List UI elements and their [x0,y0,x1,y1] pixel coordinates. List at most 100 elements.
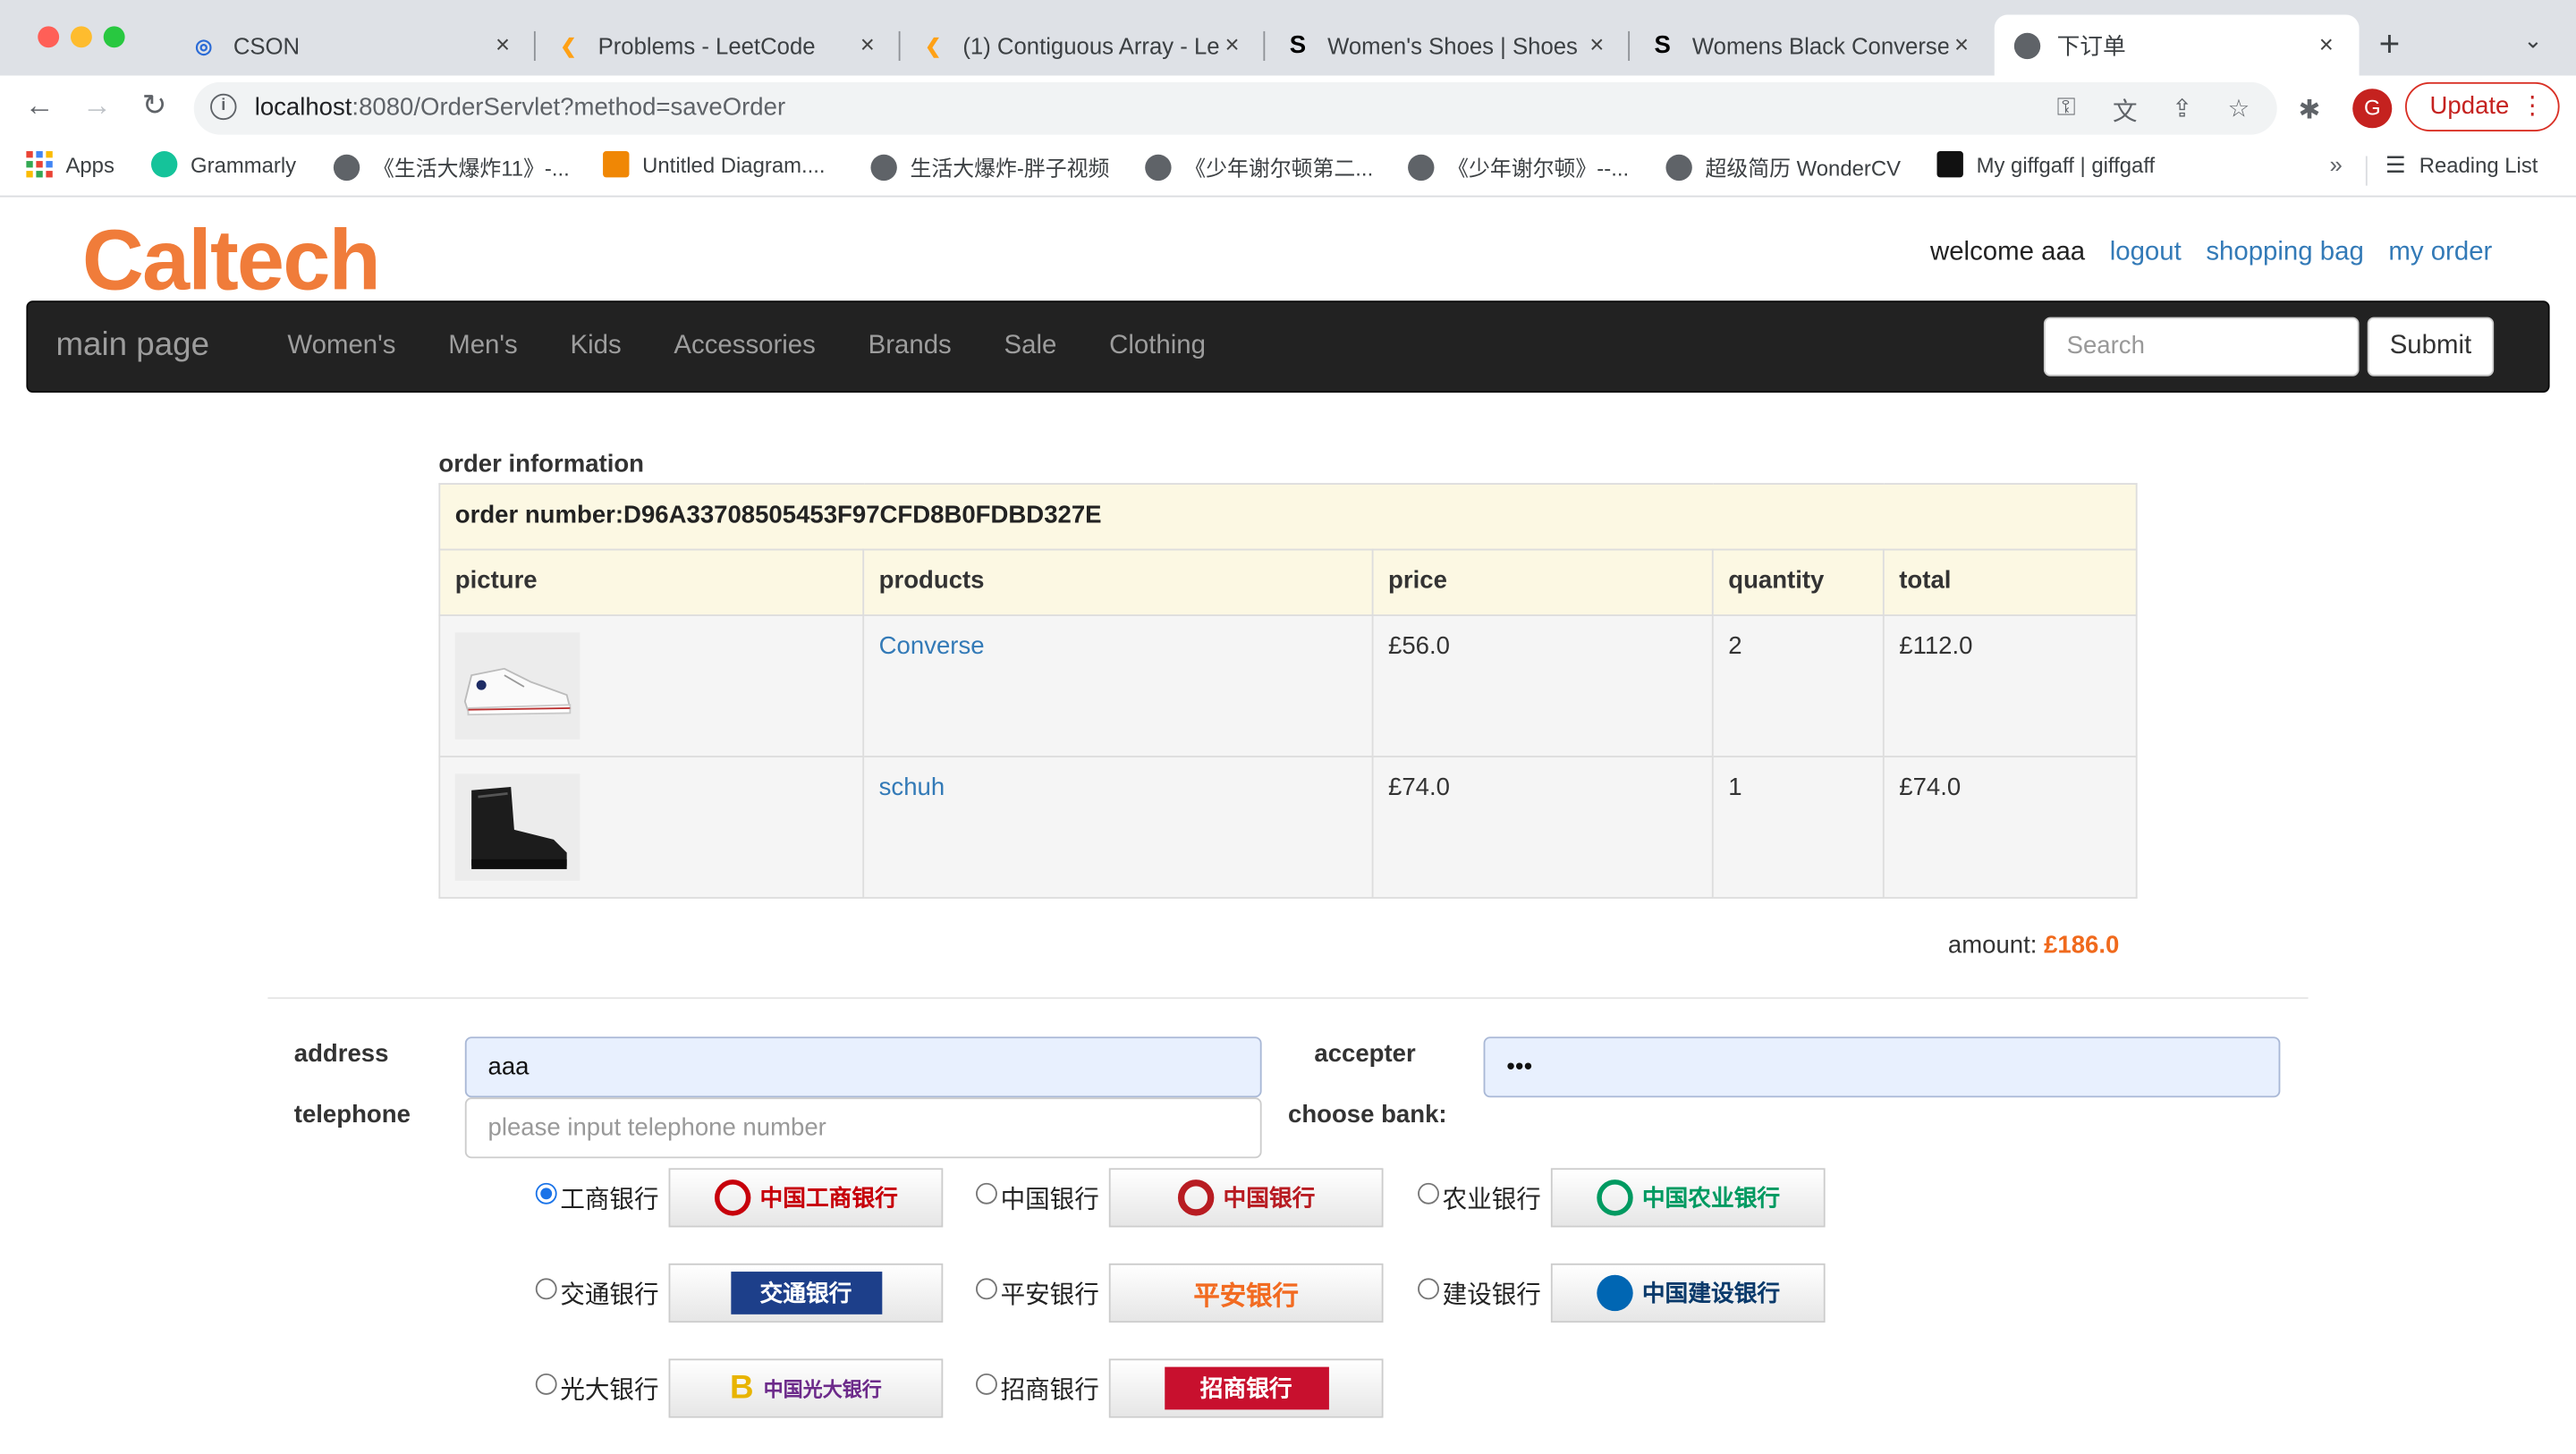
icbc-logo[interactable]: 中国工商银行 [668,1168,944,1228]
bank-radio[interactable] [535,1277,557,1299]
reload-icon[interactable]: ↻ [135,89,174,123]
update-button[interactable]: Update ⋮ [2404,81,2560,131]
nav-clothing[interactable]: Clothing [1083,332,1233,361]
bank-radio[interactable] [1418,1181,1439,1204]
reading-list-button[interactable]: ☰ Reading List [2385,151,2538,179]
close-window-button[interactable] [38,26,60,48]
browser-tab[interactable]: ❮ Problems - LeetCode × [536,15,901,76]
new-tab-button[interactable]: + [2379,23,2401,66]
search-input[interactable]: Search [2043,317,2360,376]
bank-option-icbc[interactable]: 工商银行 中国工商银行 [535,1168,944,1228]
pingan-logo[interactable]: 平安银行 [1108,1263,1384,1323]
quantity-cell: 2 [1711,614,1885,757]
bank-option-ccb[interactable]: 建设银行 中国建设银行 [1418,1263,1826,1323]
my-order-link[interactable]: my order [2388,238,2492,267]
tab-search-icon[interactable]: ⌄ [2523,26,2543,54]
cmb-logo[interactable]: 招商银行 [1108,1358,1384,1418]
close-tab-icon[interactable]: × [1948,31,1974,59]
bank-radio[interactable] [535,1181,557,1204]
key-icon[interactable]: ⚿ [2057,94,2076,122]
close-tab-icon[interactable]: × [1219,31,1245,59]
bookmark-label: My giffgaff | giffgaff [1976,151,2156,177]
main-page-link[interactable]: main page [55,327,209,365]
zoom-window-button[interactable] [103,26,125,48]
bank-option-cmb[interactable]: 招商银行 招商银行 [976,1358,1384,1418]
product-link[interactable]: Converse [879,632,985,660]
browser-tab[interactable]: ◎ CSON × [171,15,536,76]
search-submit-button[interactable]: Submit [2367,317,2495,376]
nav-womens[interactable]: Women's [261,332,422,361]
site-logo[interactable]: Caltech [82,216,381,308]
site-info-icon[interactable]: i [210,93,237,121]
ccb-logo[interactable]: 中国建设银行 [1550,1263,1826,1323]
bookmark-star-icon[interactable]: ☆ [2228,94,2250,123]
close-tab-icon[interactable]: × [489,31,515,59]
bank-name: 交通银行 [560,1281,659,1309]
tab-title: Problems - LeetCode [597,31,816,59]
ceb-logo[interactable]: B 中国光大银行 [668,1358,944,1418]
abc-logo[interactable]: 中国农业银行 [1550,1168,1826,1228]
close-tab-icon[interactable]: × [1584,31,1610,59]
boc-logo[interactable]: 中国银行 [1108,1168,1384,1228]
bookmark-grammarly[interactable]: Grammarly [150,151,296,178]
bank-logo-text: 交通银行 [730,1272,882,1315]
bookmark-apps[interactable]: Apps [26,151,114,178]
address-label: address [293,1040,389,1069]
bookmark-item[interactable]: 《少年谢尔顿》--... [1408,151,1629,182]
profile-avatar[interactable]: G [2352,89,2393,129]
nav-brands[interactable]: Brands [842,332,978,361]
bank-radio[interactable] [976,1373,997,1394]
bank-option-bocom[interactable]: 交通银行 交通银行 [535,1263,944,1323]
address-bar[interactable]: i localhost:8080/OrderServlet?method=sav… [193,81,2277,135]
bank-option-pingan[interactable]: 平安银行 平安银行 [976,1263,1384,1323]
close-tab-icon[interactable]: × [854,31,880,59]
bank-radio[interactable] [976,1181,997,1204]
bank-radio[interactable] [1418,1277,1439,1299]
bank-option-abc[interactable]: 农业银行 中国农业银行 [1418,1168,1826,1228]
more-menu-icon[interactable]: ⋮ [2521,84,2546,129]
nav-kids[interactable]: Kids [544,332,648,361]
extensions-icon[interactable]: ✱ [2299,94,2321,127]
browser-tab[interactable]: S Women's Shoes | Shoes × [1265,15,1631,76]
browser-tab-active[interactable]: 下订单 × [1994,14,2360,76]
browser-tab[interactable]: S Womens Black Converse × [1630,15,1995,76]
bank-name: 平安银行 [1000,1281,1099,1309]
bookmark-item[interactable]: Untitled Diagram.... [603,151,826,178]
bookmark-label: Untitled Diagram.... [642,151,826,177]
bank-radio[interactable] [976,1277,997,1299]
bookmark-item[interactable]: 超级简历 WonderCV [1665,151,1901,182]
bookmark-item[interactable]: 《少年谢尔顿第二... [1145,151,1373,182]
reading-list-icon: ☰ [2385,151,2407,178]
address-field[interactable]: aaa [464,1036,1262,1098]
bookmark-item[interactable]: 生活大爆炸-胖子视频 [870,151,1109,182]
bank-radio[interactable] [535,1373,557,1394]
shopping-bag-link[interactable]: shopping bag [2206,238,2363,267]
close-tab-icon[interactable]: × [2313,31,2339,59]
nav-mens[interactable]: Men's [422,332,544,361]
bookmark-item[interactable]: My giffgaff | giffgaff [1936,151,2156,178]
update-label: Update [2429,91,2510,121]
minimize-window-button[interactable] [70,26,92,48]
telephone-field[interactable]: please input telephone number [464,1097,1262,1159]
product-link[interactable]: schuh [879,773,945,801]
share-icon[interactable]: ⇪ [2172,94,2192,123]
bocom-logo[interactable]: 交通银行 [668,1263,944,1323]
sneaker-image [454,632,580,740]
back-icon[interactable]: ← [20,89,59,123]
nav-sale[interactable]: Sale [978,332,1083,361]
url-text: localhost:8080/OrderServlet?method=saveO… [255,94,785,122]
bank-option-boc[interactable]: 中国银行 中国银行 [976,1168,1384,1228]
bank-logo-text: 中国光大银行 [763,1377,882,1401]
forward-icon[interactable]: → [77,89,116,123]
logout-link[interactable]: logout [2110,238,2182,267]
accepter-field[interactable]: ••• [1483,1036,2281,1098]
more-bookmarks-button[interactable]: » [2329,151,2342,177]
browser-tab[interactable]: ❮ (1) Contiguous Array - Le × [901,15,1266,76]
bank-option-ceb[interactable]: 光大银行 B 中国光大银行 [535,1358,944,1418]
bookmark-item[interactable]: 《生活大爆炸11》-... [333,151,570,182]
nav-accessories[interactable]: Accessories [648,332,842,361]
total-cell: £74.0 [1882,756,2138,899]
column-header: products [862,548,1374,616]
globe-icon [2013,31,2041,59]
translate-icon[interactable]: 文 [2113,94,2138,129]
